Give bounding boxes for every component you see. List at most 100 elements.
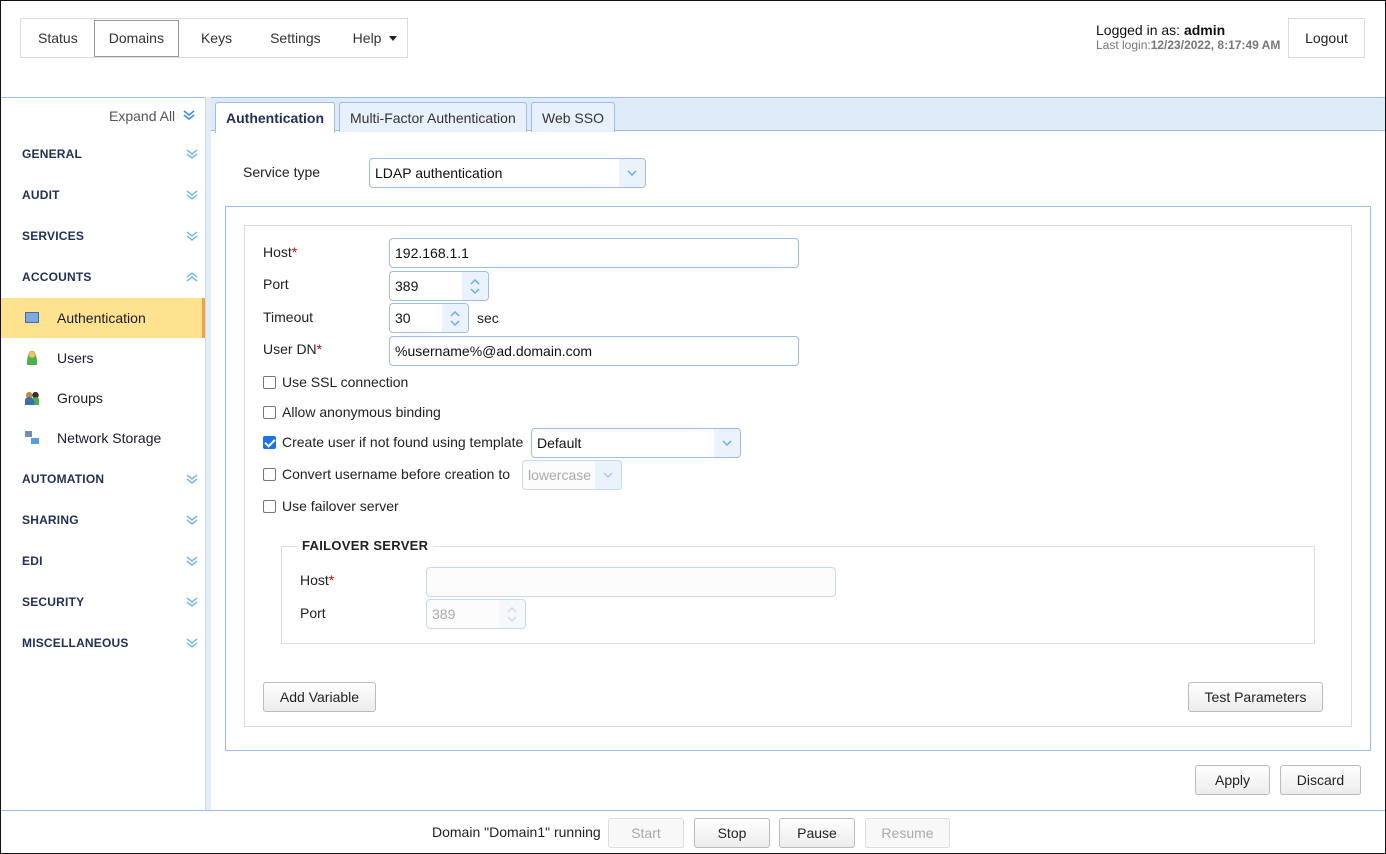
- double-chevron-down-icon: [186, 231, 198, 241]
- stop-button[interactable]: Stop: [694, 818, 770, 848]
- sidebar-section-edi[interactable]: EDI: [22, 554, 200, 568]
- sidebar-section-general[interactable]: GENERAL: [22, 147, 200, 161]
- create-user-checkbox[interactable]: Create user if not found using template: [263, 434, 523, 450]
- checkbox-box[interactable]: [263, 499, 276, 513]
- nav-help[interactable]: Help: [337, 20, 414, 57]
- section-label: SECURITY: [22, 595, 85, 609]
- sidebar-item-label: Users: [57, 350, 94, 366]
- last-login-prefix: Last login:: [1096, 38, 1151, 52]
- allow-anonymous-checkbox[interactable]: Allow anonymous binding: [263, 404, 441, 420]
- template-select[interactable]: Default: [531, 428, 741, 458]
- section-label: GENERAL: [22, 147, 83, 161]
- apply-button[interactable]: Apply: [1195, 765, 1270, 795]
- convert-case-select[interactable]: lowercase: [522, 460, 622, 490]
- checkbox-box[interactable]: [263, 467, 276, 481]
- sidebar-section-accounts[interactable]: ACCOUNTS: [22, 270, 200, 284]
- checkbox-box[interactable]: [263, 405, 276, 419]
- tab-multi-factor-authentication[interactable]: Multi-Factor Authentication: [339, 102, 527, 132]
- sidebar-item-label: Network Storage: [57, 430, 162, 446]
- timeout-stepper[interactable]: 30: [389, 303, 469, 333]
- sidebar-section-services[interactable]: SERVICES: [22, 229, 200, 243]
- section-label: AUTOMATION: [22, 472, 105, 486]
- nav-status[interactable]: Status: [22, 20, 94, 57]
- failover-port-stepper[interactable]: 389: [426, 599, 526, 629]
- section-label: ACCOUNTS: [22, 270, 92, 284]
- failover-port-label: Port: [300, 605, 326, 621]
- tab-authentication[interactable]: Authentication: [215, 102, 335, 133]
- checkbox-label: Convert username before creation to: [282, 466, 511, 482]
- host-input[interactable]: 192.168.1.1: [389, 238, 799, 268]
- required-mark: *: [291, 244, 298, 260]
- caret-down-icon: [389, 35, 398, 41]
- top-nav: Status Domains Keys Settings Help: [20, 18, 408, 58]
- timeout-label: Timeout: [263, 309, 314, 325]
- sidebar-item-authentication[interactable]: Authentication: [1, 298, 205, 338]
- sidebar-section-sharing[interactable]: SHARING: [22, 513, 200, 527]
- failover-host-label-text: Host: [300, 572, 329, 588]
- failover-host-input[interactable]: [426, 567, 836, 597]
- checkbox-checked[interactable]: [263, 435, 276, 449]
- nav-domains[interactable]: Domains: [93, 19, 179, 57]
- user-icon: [27, 351, 37, 365]
- checkbox-label: Use SSL connection: [282, 374, 409, 390]
- sidebar-item-groups[interactable]: Groups: [1, 378, 205, 418]
- sidebar-splitter[interactable]: [205, 97, 211, 810]
- user-dn-input[interactable]: %username%@ad.domain.com: [389, 336, 799, 366]
- service-type-select[interactable]: LDAP authentication: [369, 158, 646, 188]
- use-ssl-checkbox[interactable]: Use SSL connection: [263, 374, 408, 390]
- discard-button[interactable]: Discard: [1280, 765, 1361, 795]
- use-failover-checkbox[interactable]: Use failover server: [263, 498, 399, 514]
- convert-case-value: lowercase: [528, 467, 592, 483]
- spinner-arrows-icon[interactable]: [442, 304, 468, 332]
- port-stepper[interactable]: 389: [389, 271, 489, 301]
- double-chevron-down-icon: [186, 474, 198, 484]
- port-value: 389: [395, 278, 419, 294]
- chevron-down-icon: [595, 461, 621, 489]
- sidebar-section-audit[interactable]: AUDIT: [22, 188, 200, 202]
- sidebar-item-label: Groups: [57, 390, 103, 406]
- username: admin: [1183, 22, 1226, 38]
- logged-in-info: Logged in as: admin: [1096, 22, 1225, 38]
- checkbox-box[interactable]: [263, 375, 276, 389]
- resume-button[interactable]: Resume: [865, 818, 950, 848]
- convert-username-checkbox[interactable]: Convert username before creation to: [263, 466, 510, 482]
- failover-host-label: Host*: [300, 572, 334, 588]
- double-chevron-down-icon: [186, 149, 198, 159]
- start-button[interactable]: Start: [608, 818, 684, 848]
- pause-button[interactable]: Pause: [779, 818, 855, 848]
- failover-port-value: 389: [432, 606, 456, 622]
- domain-status: Domain "Domain1" running: [432, 824, 601, 840]
- failover-legend: FAILOVER SERVER: [297, 538, 434, 553]
- logout-button[interactable]: Logout: [1288, 18, 1365, 58]
- template-value: Default: [537, 435, 582, 451]
- port-label: Port: [263, 276, 289, 292]
- sidebar-item-network-storage[interactable]: Network Storage: [1, 418, 205, 458]
- service-type-label: Service type: [243, 164, 321, 180]
- network-icon: [25, 431, 39, 445]
- nav-settings[interactable]: Settings: [254, 20, 337, 57]
- sidebar-section-miscellaneous[interactable]: MISCELLANEOUS: [22, 636, 200, 650]
- section-label: SERVICES: [22, 229, 85, 243]
- double-chevron-down-icon: [186, 515, 198, 525]
- section-label: EDI: [22, 554, 43, 568]
- expand-all-link[interactable]: Expand All: [109, 108, 195, 124]
- tab-web-sso[interactable]: Web SSO: [531, 102, 615, 132]
- double-chevron-down-icon: [186, 556, 198, 566]
- service-type-value: LDAP authentication: [375, 165, 503, 181]
- double-chevron-down-icon: [186, 638, 198, 648]
- chevron-down-icon: [619, 159, 645, 187]
- sidebar-section-security[interactable]: SECURITY: [22, 595, 200, 609]
- logged-prefix: Logged in as:: [1096, 22, 1184, 38]
- spinner-arrows-icon[interactable]: [462, 272, 488, 300]
- sidebar-section-automation[interactable]: AUTOMATION: [22, 472, 200, 486]
- checkbox-label: Create user if not found using template: [282, 434, 524, 450]
- sidebar-item-users[interactable]: Users: [1, 338, 205, 378]
- add-variable-button[interactable]: Add Variable: [263, 682, 376, 712]
- spinner-arrows-icon[interactable]: [499, 600, 525, 628]
- nav-keys[interactable]: Keys: [179, 20, 254, 57]
- group-icon: [25, 391, 39, 405]
- test-parameters-button[interactable]: Test Parameters: [1188, 682, 1323, 712]
- section-label: AUDIT: [22, 188, 60, 202]
- timeout-unit: sec: [477, 310, 499, 326]
- user-dn-label-text: User DN: [263, 341, 317, 357]
